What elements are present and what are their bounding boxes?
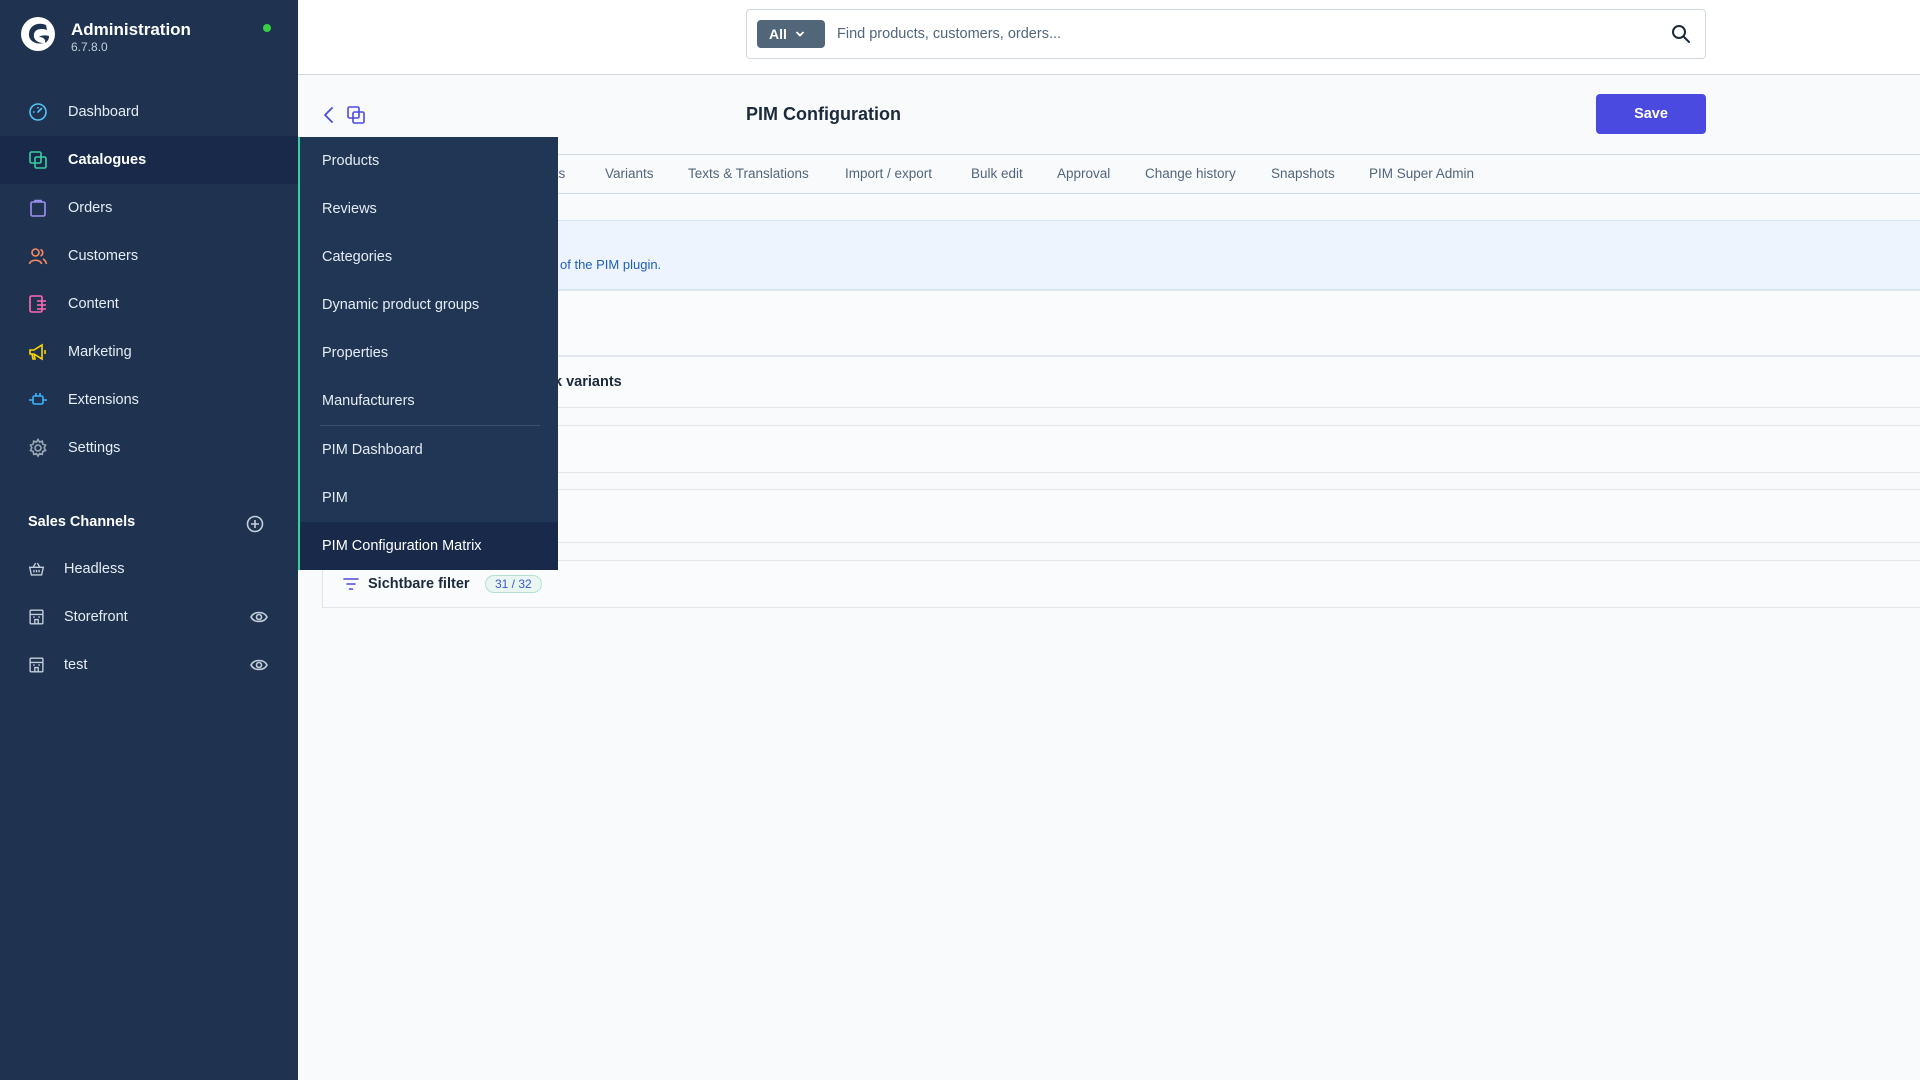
save-button[interactable]: Save xyxy=(1596,94,1706,134)
tab-texts-translations[interactable]: Texts & Translations xyxy=(688,166,809,181)
nav-item-marketing[interactable]: Marketing xyxy=(0,328,298,376)
nav-item-dashboard[interactable]: Dashboard xyxy=(0,88,298,136)
page-title: PIM Configuration xyxy=(746,104,901,124)
tab-import-export[interactable]: Import / export xyxy=(845,166,932,181)
config-section[interactable] xyxy=(322,489,1920,543)
sales-channel-list: Headless Storefront test xyxy=(0,545,298,689)
nav-item-settings[interactable]: Settings xyxy=(0,424,298,472)
nav-item-orders[interactable]: Orders xyxy=(0,184,298,232)
section-title: k variants xyxy=(554,374,622,390)
config-section-visible-filters[interactable]: Sichtbare filter 31 / 32 xyxy=(322,560,1920,608)
search-icon[interactable] xyxy=(1669,22,1693,46)
eye-icon[interactable] xyxy=(250,657,268,673)
top-bar: All xyxy=(298,0,1920,75)
marketing-icon xyxy=(28,342,48,362)
admin-sidebar: Administration 6.7.8.0 Dashboard Catalog… xyxy=(0,0,298,1080)
content-icon xyxy=(28,294,48,314)
config-section-variants[interactable]: k variants xyxy=(322,356,1920,408)
search-type-dropdown[interactable]: All xyxy=(757,20,825,48)
brand-version: 6.7.8.0 xyxy=(71,40,108,54)
tab-change-history[interactable]: Change history xyxy=(1145,166,1236,181)
nav-label-extensions: Extensions xyxy=(68,392,139,408)
nav-label-catalogues: Catalogues xyxy=(68,152,147,168)
nav-label-orders: Orders xyxy=(68,200,113,216)
storefront-icon xyxy=(28,655,45,675)
add-sales-channel-icon[interactable] xyxy=(246,515,264,533)
tab-bulk-edit[interactable]: Bulk edit xyxy=(971,166,1023,181)
eye-icon[interactable] xyxy=(250,609,268,625)
dashboard-icon xyxy=(28,102,48,122)
info-alert-text: of the PIM plugin. xyxy=(560,257,662,272)
flyout-item-pim-dashboard[interactable]: PIM Dashboard xyxy=(300,426,558,474)
basket-icon xyxy=(28,559,45,579)
tab-pim-super-admin[interactable]: PIM Super Admin xyxy=(1369,166,1474,181)
flyout-item-properties[interactable]: Properties xyxy=(300,329,558,377)
flyout-item-categories[interactable]: Categories xyxy=(300,233,558,281)
nav-item-catalogues[interactable]: Catalogues xyxy=(0,136,298,184)
storefront-icon xyxy=(28,607,45,627)
nav-item-extensions[interactable]: Extensions xyxy=(0,376,298,424)
nav-label-dashboard: Dashboard xyxy=(68,104,139,120)
flyout-item-reviews[interactable]: Reviews xyxy=(300,185,558,233)
sales-channel-label: Headless xyxy=(64,561,125,577)
config-section[interactable] xyxy=(322,425,1920,473)
sales-channels-title: Sales Channels xyxy=(28,514,136,530)
brand-title: Administration xyxy=(71,20,191,39)
sales-channel-headless[interactable]: Headless xyxy=(0,545,298,593)
nav-label-marketing: Marketing xyxy=(68,344,132,360)
search-type-label: All xyxy=(769,26,787,42)
extensions-icon xyxy=(28,390,48,410)
flyout-item-manufacturers[interactable]: Manufacturers xyxy=(300,377,558,425)
orders-icon xyxy=(28,198,48,218)
brand: Administration 6.7.8.0 xyxy=(20,16,280,60)
sales-channel-label: Storefront xyxy=(64,609,128,625)
tab-snapshots[interactable]: Snapshots xyxy=(1271,166,1335,181)
flyout-item-dynamic-product-groups[interactable]: Dynamic product groups xyxy=(300,281,558,329)
tab-variants[interactable]: Variants xyxy=(605,166,654,181)
sales-channel-test[interactable]: test xyxy=(0,641,298,689)
count-badge: 31 / 32 xyxy=(485,575,542,593)
search-input[interactable] xyxy=(837,20,1637,48)
settings-icon xyxy=(28,438,48,458)
back-arrow-icon[interactable] xyxy=(320,105,338,125)
section-title: Sichtbare filter xyxy=(368,576,470,592)
nav-label-settings: Settings xyxy=(68,440,121,456)
flyout-item-products[interactable]: Products xyxy=(300,137,558,185)
config-section xyxy=(322,290,1920,356)
shopware-logo-icon xyxy=(21,17,55,51)
nav-item-customers[interactable]: Customers xyxy=(0,232,298,280)
flyout-item-pim[interactable]: PIM xyxy=(300,474,558,522)
nav-item-content[interactable]: Content xyxy=(0,280,298,328)
sales-channel-label: test xyxy=(64,657,88,673)
catalogues-flyout-menu: Products Reviews Categories Dynamic prod… xyxy=(298,137,558,570)
chevron-down-icon xyxy=(795,31,805,37)
main-navigation: Dashboard Catalogues Orders Customers Co… xyxy=(0,88,298,472)
sales-channel-storefront[interactable]: Storefront xyxy=(0,593,298,641)
filter-icon xyxy=(343,578,359,590)
tab-approval[interactable]: Approval xyxy=(1057,166,1110,181)
flyout-item-pim-configuration-matrix[interactable]: PIM Configuration Matrix xyxy=(300,522,558,570)
catalogues-icon xyxy=(28,150,48,170)
duplicate-window-icon[interactable] xyxy=(346,105,366,125)
nav-label-content: Content xyxy=(68,296,119,312)
global-search: All xyxy=(746,9,1706,59)
status-online-indicator xyxy=(263,24,271,32)
nav-label-customers: Customers xyxy=(68,248,139,264)
customers-icon xyxy=(28,246,48,266)
